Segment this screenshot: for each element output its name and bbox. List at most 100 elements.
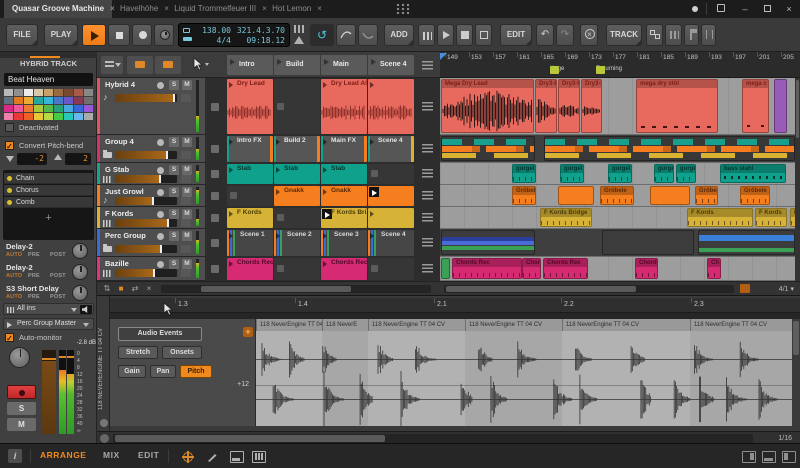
clip-scene-4[interactable]: Scene 4 [368, 230, 414, 256]
undo-icon[interactable]: ↶ [536, 24, 554, 46]
palette-swatch-22[interactable] [44, 105, 53, 112]
clip-play-icon[interactable] [276, 167, 280, 173]
arranger-row-group-4[interactable] [440, 135, 800, 163]
position-value[interactable]: 321.4.3.70 [233, 27, 285, 35]
row-stop-all-button[interactable] [422, 144, 433, 153]
palette-swatch-12[interactable] [34, 97, 43, 104]
slider-meter-icon[interactable] [181, 94, 191, 102]
send-knob[interactable] [72, 285, 88, 301]
palette-swatch-20[interactable] [24, 105, 33, 112]
clip-f-kords[interactable]: F Kords [227, 208, 273, 228]
group-mini-clips[interactable] [441, 230, 535, 255]
arranger-row-g-stab[interactable]: gurgelgurgelgurgelgurgelgurgelbass stahl [440, 163, 800, 185]
clip-gnakk[interactable]: Gnakk [274, 186, 320, 206]
editor-vertical-scrollbar[interactable] [792, 319, 800, 426]
volume-slider[interactable] [115, 151, 177, 159]
punch-in-icon[interactable] [183, 28, 190, 33]
clip-unnamed[interactable] [368, 186, 414, 206]
layer-enabled-dot[interactable] [7, 200, 12, 205]
layer-item-chorus[interactable]: Chorus [4, 185, 93, 196]
palette-swatch-6[interactable] [64, 89, 73, 96]
track-stop-button[interactable] [211, 265, 219, 273]
volume-slider[interactable] [115, 175, 177, 183]
send-mode-auto[interactable]: AUTO [6, 252, 22, 258]
arranger-clip-gr-bele[interactable]: Gröbele [695, 186, 718, 205]
send-knob[interactable] [72, 264, 88, 280]
clip-play-icon[interactable] [276, 233, 280, 239]
mute-button[interactable]: M [182, 187, 192, 197]
clip-play-icon[interactable] [229, 139, 233, 145]
project-tab-1[interactable]: Havelhöhe× [112, 0, 166, 18]
pitchbend-max-stepper[interactable] [54, 154, 62, 160]
minimize-button[interactable]: – [738, 3, 752, 15]
launcher-horizontal-scrollbar[interactable] [161, 285, 431, 293]
palette-swatch-29[interactable] [24, 113, 33, 120]
arranger-clip-unnamed[interactable] [441, 258, 450, 279]
audio-event-header[interactable]: 118 NeverEngine TT 04 CV [256, 319, 322, 331]
track-stop-button[interactable] [211, 145, 219, 153]
palette-swatch-8[interactable] [84, 89, 93, 96]
audio-event-header[interactable]: 118 NeverEngine TT 04 CV [690, 319, 792, 331]
row-stop-all-button[interactable] [422, 238, 433, 247]
audio-events-button[interactable]: Audio Events [118, 327, 202, 341]
view-button-mix[interactable]: MIX [103, 450, 120, 460]
arranger-clip-gurgel[interactable]: gurgel [512, 164, 536, 183]
solo-button[interactable]: S [169, 165, 179, 175]
clip-main-fx[interactable]: Main FX [321, 136, 367, 162]
arranger-follow-icon[interactable] [740, 284, 750, 293]
palette-swatch-30[interactable] [34, 113, 43, 120]
cue-marker-returning[interactable]: Returning [596, 66, 622, 76]
clip-stab[interactable]: Stab [227, 164, 273, 184]
clip-scene-2[interactable]: Scene 2 [274, 230, 320, 256]
automation-write-icon[interactable] [154, 24, 174, 46]
audio-event-header[interactable]: 118 NeverEngine TT 04 CV [465, 319, 562, 331]
arranger-horizontal-scrollbar[interactable] [444, 285, 734, 293]
monitor-speaker-button[interactable] [80, 305, 92, 314]
gain-expression-button[interactable]: Gain [118, 365, 146, 378]
palette-swatch-33[interactable] [64, 113, 73, 120]
clip-unnamed[interactable] [368, 208, 414, 228]
layered-editing-icon[interactable] [230, 451, 244, 463]
palette-swatch-28[interactable] [14, 113, 23, 120]
palette-swatch-17[interactable] [84, 97, 93, 104]
arranger-clip-gurgel[interactable]: gurgel [654, 164, 674, 183]
palette-swatch-26[interactable] [84, 105, 93, 112]
track-stop-button[interactable] [211, 239, 219, 247]
clip-slot-empty[interactable] [274, 79, 320, 134]
track-pin-icon[interactable] [701, 24, 716, 46]
palette-swatch-13[interactable] [44, 97, 53, 104]
clip-play-icon[interactable] [323, 261, 327, 267]
palette-swatch-25[interactable] [74, 105, 83, 112]
palette-swatch-19[interactable] [14, 105, 23, 112]
mute-button[interactable]: M [182, 80, 192, 90]
clip-play-icon[interactable] [323, 233, 327, 239]
solo-button[interactable]: S [169, 259, 179, 269]
clip-play-icon[interactable] [229, 261, 233, 267]
add-audio-track-icon[interactable] [437, 24, 454, 46]
output-chooser[interactable]: Perc Group Master [3, 318, 94, 330]
send-mode-auto[interactable]: AUTO [6, 294, 22, 300]
audio-event-header[interactable]: 118 NeverEngine TT 04 CV [368, 319, 465, 331]
add-instrument-track-icon[interactable] [418, 24, 435, 46]
clip-slot-empty[interactable] [227, 186, 273, 206]
send-mode-pre[interactable]: PRE [28, 273, 40, 279]
clip-slot-empty[interactable] [368, 164, 414, 184]
volume-fader[interactable] [42, 350, 56, 434]
record-arm-icon[interactable] [157, 167, 164, 174]
arranger-row-hybrid-4[interactable]: Mega Dry LeadDry3-bDry3-bDry3-bmega dry … [440, 78, 800, 135]
clip-dry-lead-alt[interactable]: Dry Lead Alt [321, 79, 367, 134]
track-stop-button[interactable] [211, 103, 219, 111]
arranger-clip-dry3-b[interactable]: Dry3-b [558, 79, 580, 133]
arranger-clip-mega-c[interactable]: mega c [742, 79, 769, 133]
clip-play-icon[interactable] [323, 189, 327, 195]
slider-meter-icon[interactable] [181, 151, 191, 159]
palette-swatch-2[interactable] [24, 89, 33, 96]
palette-swatch-10[interactable] [14, 97, 23, 104]
toggle-browser-panel-icon[interactable] [742, 451, 756, 463]
clip-intro-fx[interactable]: Intro FX [227, 136, 273, 162]
add-menu-button[interactable]: ADD [384, 24, 414, 46]
time-value[interactable]: 09:18.12 [233, 37, 285, 45]
edit-menu-button[interactable]: EDIT [500, 24, 532, 46]
scene-header-1[interactable]: Intro [227, 55, 273, 75]
deactivated-checkbox[interactable] [5, 123, 14, 132]
